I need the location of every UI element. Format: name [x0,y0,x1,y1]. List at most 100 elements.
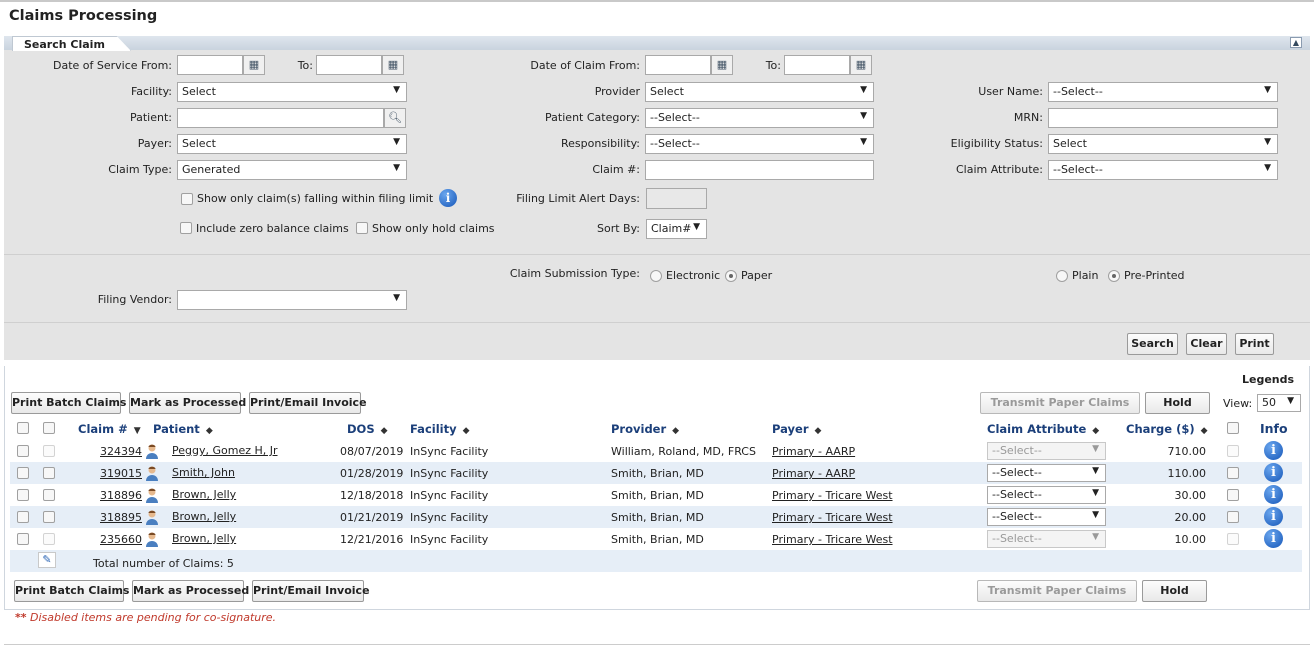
column-claim[interactable]: Claim # ▼ [78,422,141,436]
row-select-checkbox[interactable] [17,445,29,457]
claim-link[interactable]: 318895 [100,511,142,524]
claim-attribute-row-select[interactable]: --Select-- ▼ [987,464,1106,482]
patient-input[interactable] [177,108,384,128]
hold-button-bottom[interactable]: Hold [1142,580,1207,602]
row-select-checkbox[interactable] [17,511,29,523]
mrn-input[interactable] [1048,108,1278,128]
hold-checkbox[interactable] [356,222,368,234]
payer-link[interactable]: Primary - Tricare West [772,489,893,502]
patient-link[interactable]: Brown, Jelly [172,532,236,545]
filing-limit-checkbox[interactable] [181,193,193,205]
transmit-paper-claims-button-bottom[interactable]: Transmit Paper Claims [977,580,1137,602]
patient-link[interactable]: Smith, John [172,466,235,479]
provider-select[interactable]: Select ▼ [645,82,874,102]
sort-desc-icon[interactable]: ▼ [134,426,141,436]
filing-limit-alert-input[interactable] [646,188,707,209]
chevron-up-icon[interactable]: ▲ [1290,37,1302,48]
row-process-checkbox[interactable] [43,467,55,479]
payer-link[interactable]: Primary - Tricare West [772,533,893,546]
sort-icon[interactable]: ◆ [1201,426,1208,436]
claim-link[interactable]: 318896 [100,489,142,502]
column-patient[interactable]: Patient ◆ [153,422,213,436]
row-select-checkbox[interactable] [17,489,29,501]
calendar-icon[interactable]: ▦ [243,55,265,75]
sort-icon[interactable]: ◆ [1092,426,1099,436]
row-hold-checkbox[interactable] [1227,533,1239,545]
claim-attribute-row-select[interactable]: --Select-- ▼ [987,442,1106,460]
column-payer[interactable]: Payer ◆ [772,422,821,436]
claim-no-input[interactable] [645,160,874,180]
clear-button[interactable]: Clear [1186,333,1227,355]
info-icon[interactable]: i [439,189,457,207]
info-icon[interactable]: i [1264,441,1283,460]
claim-link[interactable]: 324394 [100,445,142,458]
legends-link[interactable]: Legends [1242,373,1294,386]
preprinted-radio[interactable] [1108,270,1120,282]
dos-from-input[interactable] [177,55,243,75]
patient-category-select[interactable]: --Select-- ▼ [645,108,874,128]
sort-icon[interactable]: ◆ [815,426,822,436]
sort-icon[interactable]: ◆ [463,426,470,436]
row-select-checkbox[interactable] [17,467,29,479]
hold-button[interactable]: Hold [1145,392,1210,414]
column-dos[interactable]: DOS ◆ [347,422,388,436]
print-button[interactable]: Print [1235,333,1274,355]
claim-attribute-row-select[interactable]: --Select-- ▼ [987,486,1106,504]
mark-as-processed-button-bottom[interactable]: Mark as Processed [132,580,249,602]
row-hold-checkbox[interactable] [1227,489,1239,501]
row-hold-checkbox[interactable] [1227,445,1239,457]
row-hold-checkbox[interactable] [1227,467,1239,479]
search-claim-tab[interactable]: Search Claim [12,36,131,51]
zero-balance-checkbox[interactable] [180,222,192,234]
claim-link[interactable]: 235660 [100,533,142,546]
calendar-icon[interactable]: ▦ [711,55,733,75]
print-batch-claims-button-bottom[interactable]: Print Batch Claims [14,580,129,602]
info-icon[interactable]: i [1264,507,1283,526]
info-icon[interactable]: i [1264,485,1283,504]
calendar-icon[interactable]: ▦ [850,55,872,75]
print-email-invoice-button[interactable]: Print/Email Invoice [249,392,367,414]
select-all-checkbox[interactable] [17,422,29,434]
info-icon[interactable]: i [1264,529,1283,548]
claim-type-select[interactable]: Generated ▼ [177,160,407,180]
claim-attribute-select[interactable]: --Select-- ▼ [1048,160,1278,180]
transmit-paper-claims-button[interactable]: Transmit Paper Claims [980,392,1140,414]
patient-link[interactable]: Peggy, Gomez H, Jr [172,444,278,457]
plain-radio[interactable] [1056,270,1068,282]
payer-link[interactable]: Primary - AARP [772,467,855,480]
responsibility-select[interactable]: --Select-- ▼ [645,134,874,154]
claim-link[interactable]: 319015 [100,467,142,480]
row-hold-checkbox[interactable] [1227,511,1239,523]
edit-icon[interactable]: ✎ [38,552,56,568]
claim-attribute-row-select[interactable]: --Select-- ▼ [987,530,1106,548]
info-icon[interactable]: i [1264,463,1283,482]
row-select-checkbox[interactable] [17,533,29,545]
sort-icon[interactable]: ◆ [206,426,213,436]
calendar-icon[interactable]: ▦ [382,55,404,75]
row-process-checkbox[interactable] [43,533,55,545]
doc-from-input[interactable] [645,55,711,75]
payer-link[interactable]: Primary - AARP [772,445,855,458]
sort-by-select[interactable]: Claim# ▼ [646,219,707,239]
column-charge[interactable]: Charge ($) ◆ [1126,422,1208,436]
row-process-checkbox[interactable] [43,489,55,501]
doc-to-input[interactable] [784,55,850,75]
row-process-checkbox[interactable] [43,445,55,457]
filing-vendor-select[interactable]: ▼ [177,290,407,310]
username-select[interactable]: --Select-- ▼ [1048,82,1278,102]
row-process-checkbox[interactable] [43,511,55,523]
column-claim-attribute[interactable]: Claim Attribute ◆ [987,422,1099,436]
column-facility[interactable]: Facility ◆ [410,422,470,436]
view-select[interactable]: 50 ▼ [1257,394,1301,412]
dos-to-input[interactable] [316,55,382,75]
mark-as-processed-button[interactable]: Mark as Processed [129,392,246,414]
search-icon[interactable]: 🔍︎ [384,108,406,128]
payer-select[interactable]: Select ▼ [177,134,407,154]
electronic-radio[interactable] [650,270,662,282]
patient-link[interactable]: Brown, Jelly [172,488,236,501]
sort-icon[interactable]: ◆ [672,426,679,436]
print-email-invoice-button-bottom[interactable]: Print/Email Invoice [252,580,370,602]
print-batch-claims-button[interactable]: Print Batch Claims [11,392,126,414]
column-provider[interactable]: Provider ◆ [611,422,679,436]
paper-radio[interactable] [725,270,737,282]
